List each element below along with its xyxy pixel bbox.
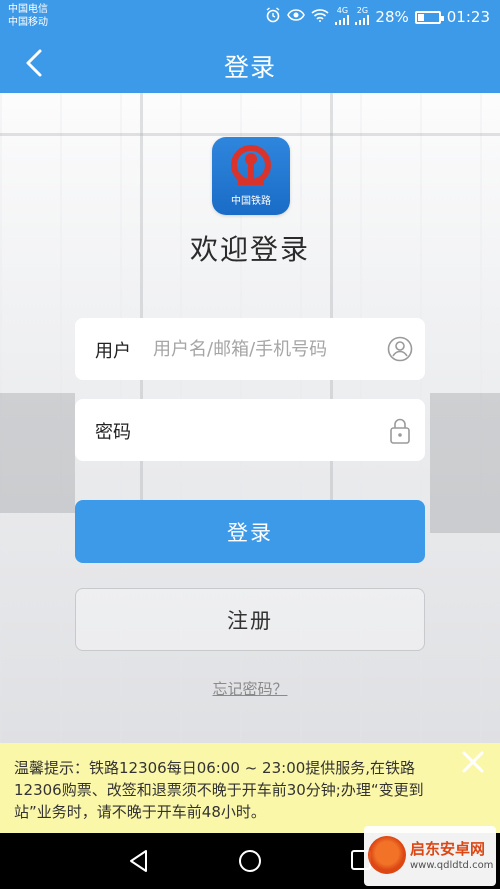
carrier-1: 中国电信 [8,4,48,15]
notice-text: 温馨提示：铁路12306每日06:00 ~ 23:00提供服务,在铁路12306… [14,759,424,821]
lock-icon [387,417,413,449]
signal-2-icon: 2G [355,7,370,27]
nav-back-button[interactable] [128,849,150,877]
carrier-info: 中国电信 中国移动 [8,3,48,29]
site-watermark: 启东安卓网 www.qdldtd.com [364,826,496,886]
wifi-icon [311,8,329,26]
signal-1-icon: 4G [335,7,350,27]
bg-gate [430,393,500,533]
watermark-title: 启东安卓网 [410,840,486,858]
notice-banner: 温馨提示：铁路12306每日06:00 ~ 23:00提供服务,在铁路12306… [0,743,500,833]
alarm-icon [265,7,281,27]
login-button[interactable]: 登录 [75,500,425,563]
page-title: 登录 [223,53,276,82]
top-bar: 中国电信 中国移动 4G 2G 28% 01:23 登录 [0,0,500,93]
user-circle-icon [387,336,413,366]
watermark-logo-icon [368,836,406,874]
notice-close-button[interactable] [460,749,486,779]
password-field[interactable]: 密码 [75,399,425,461]
username-field[interactable]: 用户 [75,318,425,380]
battery-icon [414,10,444,24]
bg-gate [0,393,75,513]
logo-text: 中国铁路 [231,196,271,207]
nav-home-button[interactable] [238,849,262,877]
welcome-heading: 欢迎登录 [189,233,310,266]
username-label: 用户 [95,341,131,362]
battery-percent: 28% [375,8,409,26]
carrier-2: 中国移动 [8,17,48,28]
circle-home-icon [239,850,261,872]
eye-icon [287,8,306,26]
app-logo: 中国铁路 [212,137,290,215]
header: 登录 [0,34,500,93]
password-label: 密码 [95,422,131,443]
password-input[interactable] [153,411,373,449]
username-input[interactable] [153,330,373,368]
bg-beam [0,133,500,136]
forgot-password-link[interactable]: 忘记密码？ [0,678,500,699]
triangle-back-icon [130,850,147,872]
railway-emblem-icon [231,145,271,185]
status-bar: 中国电信 中国移动 4G 2G 28% 01:23 [0,0,500,34]
watermark-url: www.qdldtd.com [410,860,494,871]
status-icons: 4G 2G 28% 01:23 [265,6,490,28]
register-button[interactable]: 注册 [75,588,425,651]
clock: 01:23 [446,8,490,26]
close-icon [462,751,484,773]
